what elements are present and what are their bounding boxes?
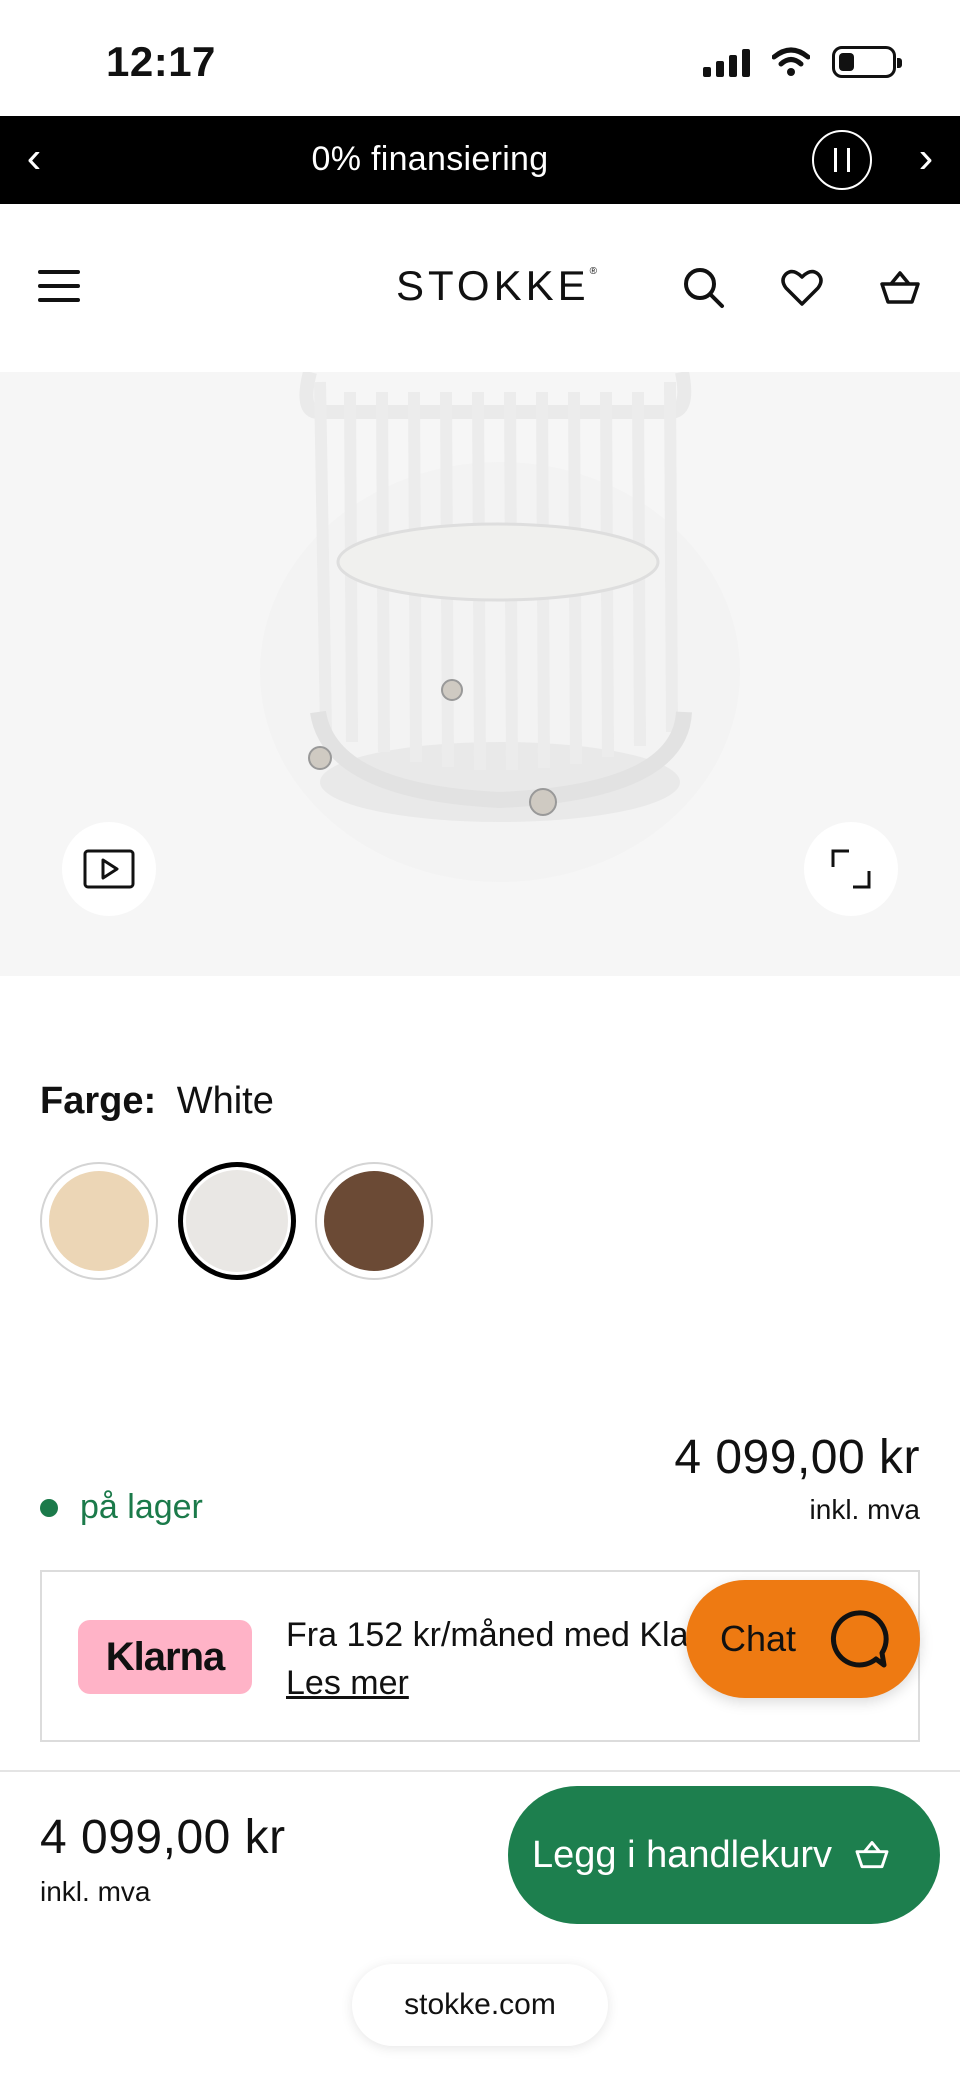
sticky-vat-note: inkl. mva bbox=[40, 1876, 151, 1907]
pause-button[interactable] bbox=[812, 130, 872, 190]
color-label: Farge: White bbox=[40, 1080, 274, 1123]
search-icon[interactable] bbox=[680, 264, 728, 312]
klarna-logo: Klarna bbox=[78, 1620, 252, 1694]
status-time: 12:17 bbox=[106, 38, 216, 85]
promo-next-button[interactable]: › bbox=[906, 134, 946, 182]
promo-text[interactable]: 0% finansiering bbox=[0, 140, 860, 179]
price-vat-note: inkl. mva bbox=[809, 1494, 920, 1525]
sticky-price: 4 099,00 kr bbox=[40, 1811, 286, 1864]
klarna-text: Fra 152 kr/måned med Klarna bbox=[286, 1616, 738, 1654]
promo-bar: ‹ 0% finansiering › bbox=[0, 116, 960, 204]
swatch-fill bbox=[49, 1171, 149, 1271]
product-price: 4 099,00 kr bbox=[674, 1431, 920, 1484]
chat-label: Chat bbox=[720, 1618, 797, 1659]
pause-icon-bar-left bbox=[834, 148, 837, 172]
chat-bubble-icon bbox=[831, 1610, 889, 1668]
basket-icon[interactable] bbox=[876, 264, 924, 312]
pause-icon-bar-right bbox=[847, 148, 850, 172]
stock-label: på lager bbox=[80, 1488, 203, 1526]
site-header: STOKKE® bbox=[0, 204, 960, 372]
wifi-icon bbox=[772, 47, 810, 76]
swatch-fill bbox=[324, 1171, 424, 1271]
add-to-cart-label: Legg i handlekurv bbox=[532, 1833, 832, 1876]
expand-icon bbox=[831, 849, 871, 889]
heart-icon[interactable] bbox=[778, 264, 826, 312]
color-swatch-white[interactable] bbox=[178, 1162, 296, 1280]
play-video-button[interactable] bbox=[62, 822, 156, 916]
menu-icon[interactable] bbox=[38, 270, 80, 302]
add-to-cart-button[interactable]: Legg i handlekurv bbox=[508, 1786, 940, 1924]
chat-button[interactable]: Chat bbox=[686, 1580, 920, 1698]
color-label-title: Farge: bbox=[40, 1080, 157, 1122]
color-swatch-walnut[interactable] bbox=[315, 1162, 433, 1280]
status-bar: 12:17 bbox=[0, 0, 960, 116]
swatch-fill bbox=[186, 1170, 288, 1272]
color-value: White bbox=[176, 1080, 274, 1122]
browser-url-bar[interactable]: stokke.com bbox=[352, 1964, 608, 2046]
battery-icon bbox=[832, 46, 902, 78]
stock-dot-icon bbox=[40, 1498, 58, 1517]
color-swatch-natural[interactable] bbox=[40, 1162, 158, 1280]
signal-icon bbox=[703, 47, 750, 77]
klarna-read-more-link[interactable]: Les mer bbox=[286, 1664, 409, 1703]
basket-icon bbox=[855, 1841, 889, 1869]
status-icons bbox=[703, 46, 902, 78]
play-icon bbox=[83, 849, 135, 889]
stokke-logo[interactable]: STOKKE® bbox=[396, 262, 597, 310]
sticky-add-to-cart-bar: 4 099,00 kr inkl. mva Legg i handlekurv … bbox=[0, 1772, 960, 2078]
stock-status: på lager bbox=[40, 1488, 203, 1527]
product-image[interactable] bbox=[0, 372, 960, 976]
fullscreen-button[interactable] bbox=[804, 822, 898, 916]
